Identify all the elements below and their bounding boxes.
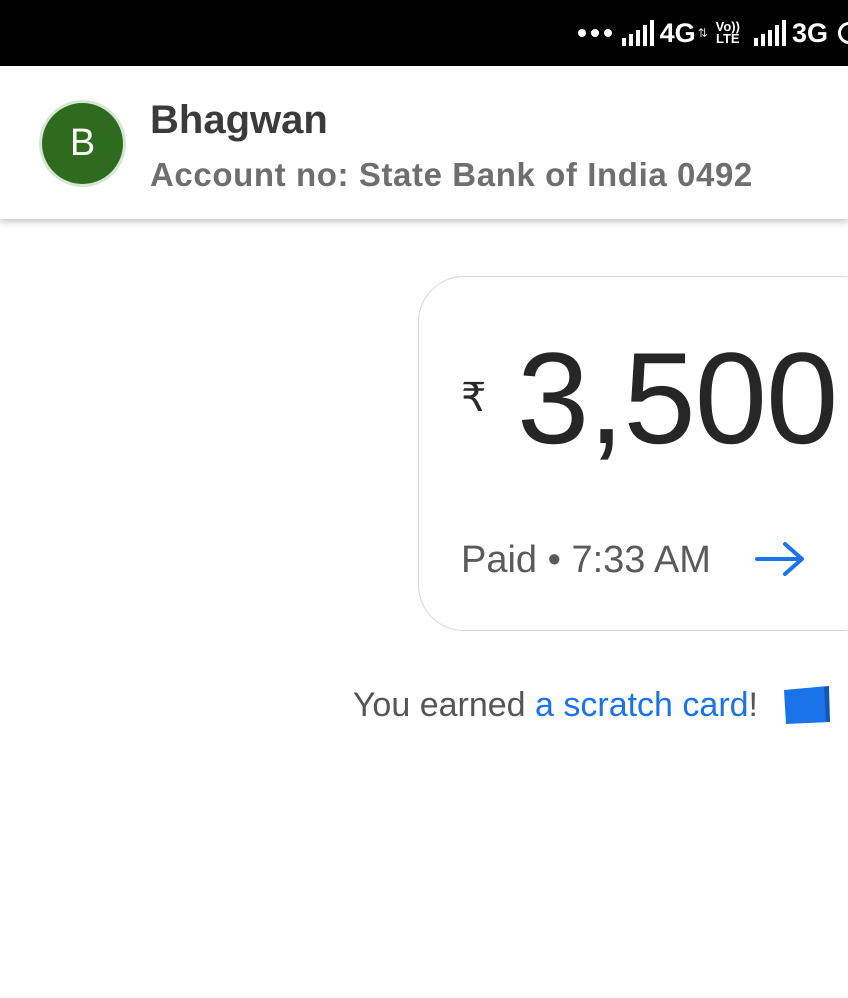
payment-card[interactable]: ₹ 3,500 Paid • 7:33 AM [418,276,848,631]
data-activity-icon: ⇅ [697,26,708,40]
reward-suffix: ! [748,686,758,724]
payment-amount: 3,500 [517,325,838,471]
scratch-card-link[interactable]: a scratch card [535,686,749,724]
network-type-label: 4G [659,17,696,48]
alarm-icon [838,22,848,44]
scratch-card-icon[interactable] [780,684,832,726]
contact-header: B Bhagwan Account no: State Bank of Indi… [0,66,848,219]
volte-icon: Vo)) LTE [715,19,740,46]
payment-status: Paid • 7:33 AM [461,539,711,581]
signal-strength-icon [621,20,654,46]
avatar[interactable]: B [39,100,126,187]
signal-strength-icon-2 [753,20,786,46]
arrow-right-icon[interactable] [755,539,807,579]
network-type-label-2: 3G [791,17,828,48]
notification-dots-icon [577,29,612,37]
status-bar: 4G ⇅ Vo)) LTE 3G [0,0,848,66]
account-info: Account no: State Bank of India 0492 [150,156,753,193]
reward-message: You earned a scratch card! [0,686,758,725]
currency-symbol: ₹ [461,376,487,420]
reward-prefix: You earned [352,686,536,724]
contact-name[interactable]: Bhagwan [150,98,328,143]
